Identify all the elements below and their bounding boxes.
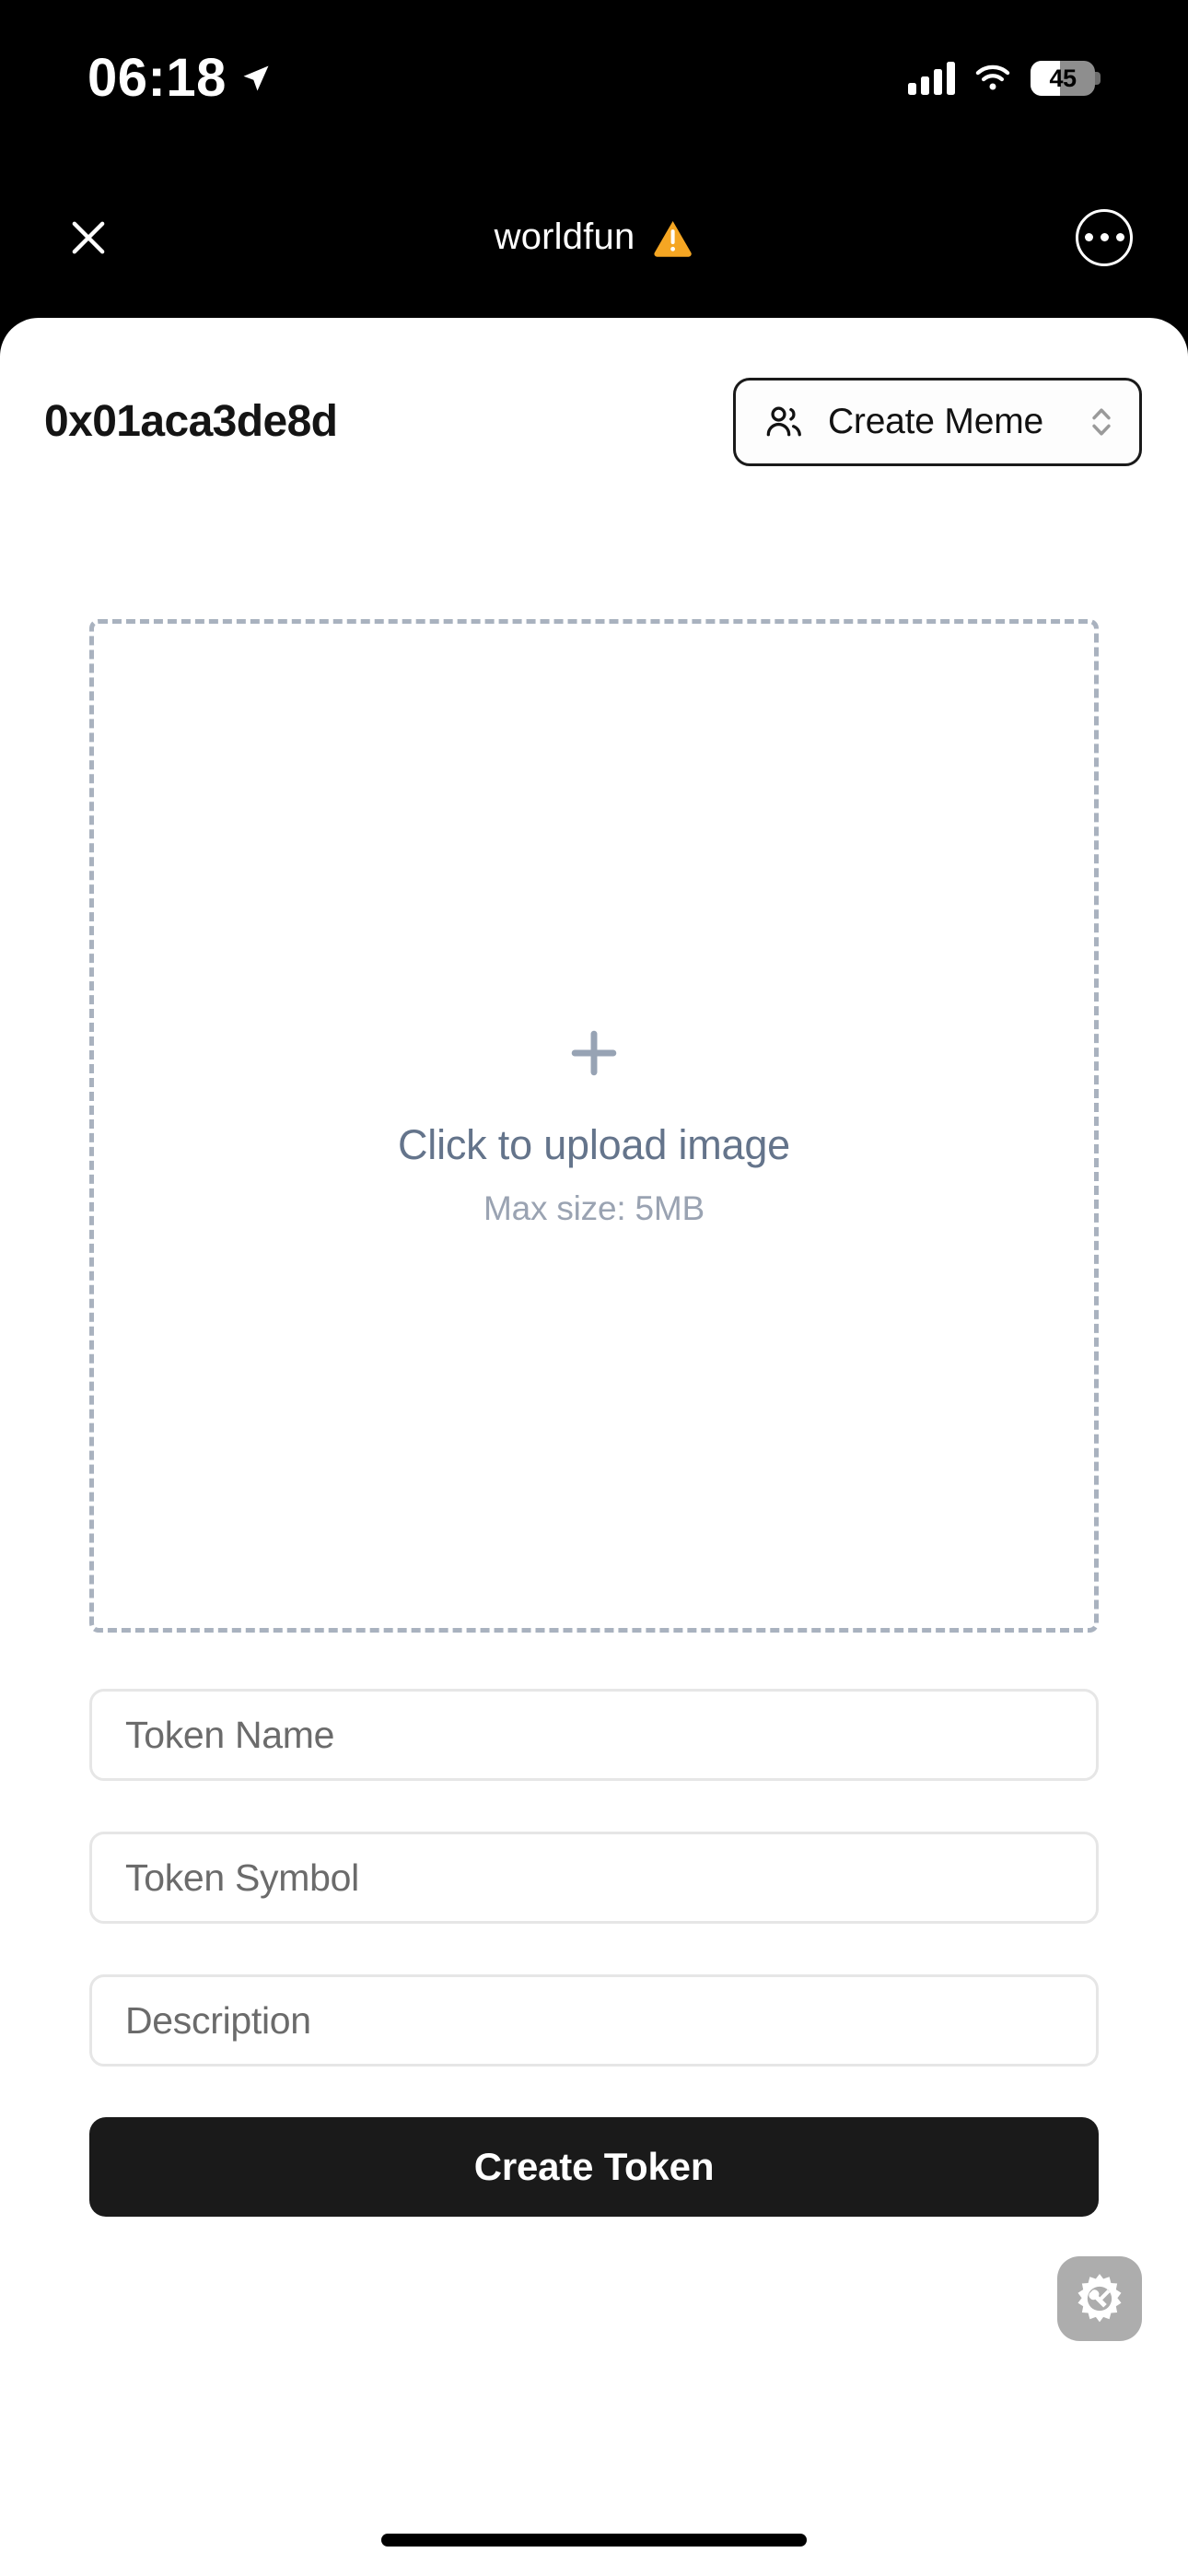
gear-tools-icon: [1077, 2274, 1122, 2323]
wifi-icon: [975, 64, 1010, 90]
web-page-content: 0x01aca3de8d Create Meme Click to upload…: [0, 318, 1188, 2576]
users-icon: [766, 406, 801, 436]
cellular-signal-icon: [908, 62, 955, 95]
create-token-form: Token Name Token Symbol Description Crea…: [89, 1689, 1099, 2217]
image-upload-dropzone[interactable]: Click to upload image Max size: 5MB: [89, 619, 1099, 1633]
more-options-button[interactable]: [1076, 208, 1133, 266]
site-title: worldfun: [494, 217, 635, 257]
status-bar-left: 06:18: [87, 52, 273, 105]
description-placeholder: Description: [125, 1998, 311, 2042]
battery-icon: 45: [1031, 61, 1101, 96]
create-mode-select[interactable]: Create Meme: [732, 377, 1142, 466]
create-mode-label: Create Meme: [827, 401, 1043, 441]
upload-title: Click to upload image: [397, 1121, 791, 1168]
home-indicator: [381, 2534, 807, 2547]
more-options-icon: [1084, 233, 1093, 241]
location-arrow-icon: [243, 65, 269, 91]
plus-icon: [571, 1030, 617, 1076]
battery-percent-label: 45: [1049, 64, 1077, 92]
status-bar-right: 45: [908, 61, 1101, 96]
close-icon: [72, 221, 105, 253]
app-top-bar: 0x01aca3de8d Create Meme: [0, 355, 1188, 488]
status-bar: 06:18 45: [0, 0, 1188, 157]
create-token-label: Create Token: [473, 2145, 715, 2188]
chevron-up-down-icon: [1092, 407, 1111, 436]
warning-triangle-icon: [654, 220, 692, 257]
dev-tools-floating-button[interactable]: [1057, 2256, 1142, 2341]
wallet-address: 0x01aca3de8d: [44, 397, 338, 446]
token-name-input[interactable]: Token Name: [89, 1689, 1099, 1781]
close-button[interactable]: [55, 205, 122, 271]
token-symbol-placeholder: Token Symbol: [125, 1856, 359, 1899]
phone-screen: 06:18 45 worldfun 0x01aca3de8d Create Me…: [0, 0, 1188, 2576]
token-symbol-input[interactable]: Token Symbol: [89, 1832, 1099, 1924]
token-name-placeholder: Token Name: [125, 1713, 335, 1756]
browser-title-group: worldfun: [495, 217, 694, 259]
status-bar-clock: 06:18: [87, 48, 227, 108]
upload-max-size: Max size: 5MB: [483, 1189, 705, 1227]
in-app-browser-header: worldfun: [0, 157, 1188, 318]
description-input[interactable]: Description: [89, 1974, 1099, 2067]
create-token-button[interactable]: Create Token: [89, 2117, 1099, 2217]
